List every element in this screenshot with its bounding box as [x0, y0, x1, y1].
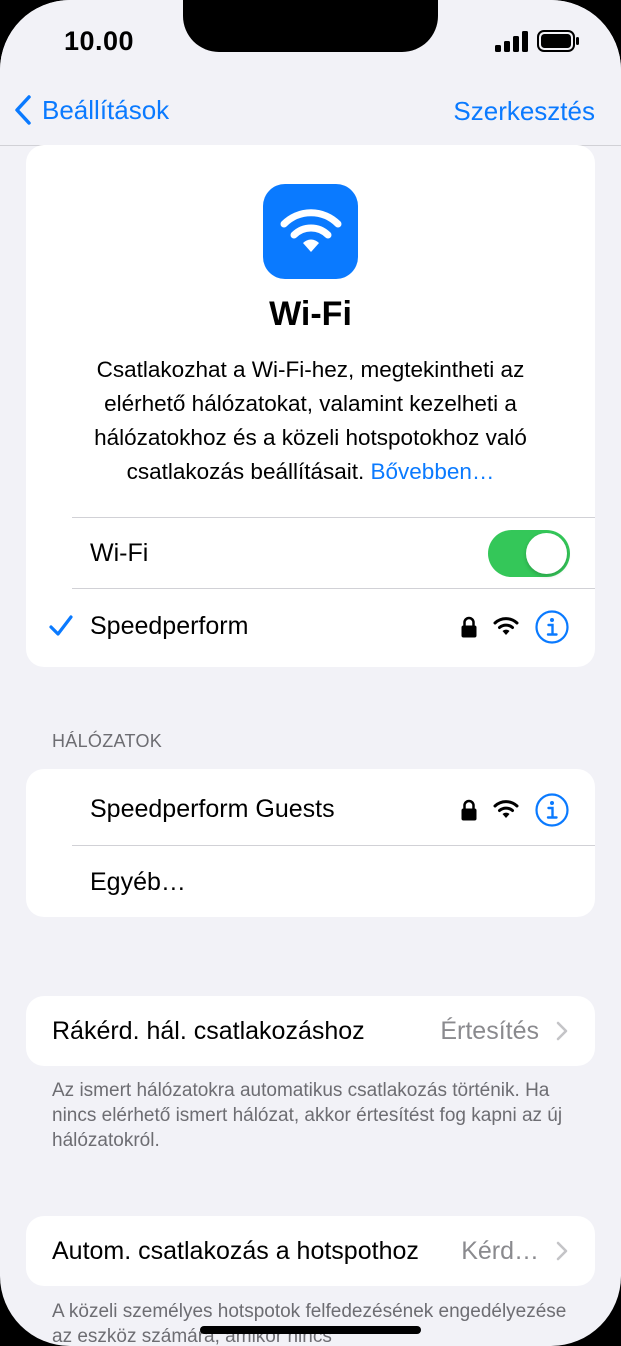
- lock-icon: [461, 799, 477, 821]
- other-network-label: Egyéb…: [90, 867, 186, 896]
- connected-network-row[interactable]: Speedperform: [26, 590, 595, 662]
- home-indicator[interactable]: [200, 1326, 421, 1334]
- ask-to-join-row[interactable]: Rákérd. hál. csatlakozáshoz Értesítés: [26, 996, 595, 1066]
- auto-join-hotspot-footnote: A közeli személyes hotspotok felfedezésé…: [52, 1301, 567, 1346]
- connected-network-name: Speedperform: [90, 611, 249, 640]
- other-network-row[interactable]: Egyéb…: [26, 846, 595, 918]
- wifi-signal-icon: [493, 617, 519, 635]
- lock-icon: [461, 616, 477, 638]
- wifi-toggle[interactable]: [488, 530, 570, 577]
- network-name: Speedperform Guests: [90, 794, 335, 823]
- chevron-right-icon: [556, 1021, 568, 1041]
- back-label: Beállítások: [42, 94, 170, 125]
- chevron-right-icon: [556, 1241, 568, 1261]
- ask-to-join-value: Értesítés: [440, 1017, 539, 1045]
- wifi-toggle-row: Wi-Fi: [26, 517, 595, 589]
- back-button[interactable]: Beállítások: [12, 94, 169, 126]
- wifi-signal-icon: [493, 800, 519, 818]
- networks-card: Speedperform Guests Egyéb…: [26, 769, 595, 917]
- notch: [183, 0, 438, 52]
- chevron-left-icon: [15, 95, 31, 125]
- ask-to-join-label: Rákérd. hál. csatlakozáshoz: [52, 1017, 365, 1045]
- network-row[interactable]: Speedperform Guests: [26, 773, 595, 845]
- edit-button[interactable]: Szerkesztés: [453, 96, 595, 127]
- status-bar: 10.00: [0, 0, 621, 78]
- networks-section-header: HÁLÓZATOK: [52, 731, 163, 751]
- wifi-toggle-label: Wi-Fi: [90, 538, 149, 567]
- battery-icon: [537, 30, 579, 52]
- auto-join-hotspot-label: Autom. csatlakozás a hotspothoz: [52, 1237, 419, 1265]
- learn-more-link[interactable]: Bővebben…: [371, 459, 495, 484]
- status-time: 10.00: [64, 26, 135, 56]
- wifi-app-icon: [263, 184, 358, 279]
- screen: 10.00 Beállítások Szerkesztés Wi-Fi Csat…: [0, 0, 621, 1346]
- page-title: Wi-Fi: [269, 295, 352, 333]
- ask-to-join-footnote: Az ismert hálózatokra automatikus csatla…: [52, 1080, 563, 1151]
- content: Wi-Fi Csatlakozhat a Wi-Fi-hez, megtekin…: [0, 145, 621, 1346]
- wifi-header-card: Wi-Fi Csatlakozhat a Wi-Fi-hez, megtekin…: [26, 145, 595, 667]
- info-icon[interactable]: [535, 793, 569, 827]
- wifi-icon: [280, 208, 341, 252]
- info-icon[interactable]: [535, 610, 569, 644]
- navigation-bar: Beállítások Szerkesztés: [0, 78, 621, 146]
- signal-icon: [495, 31, 528, 52]
- checkmark-icon: [49, 615, 73, 636]
- auto-join-hotspot-value: Kérd…: [461, 1237, 539, 1265]
- divider: [72, 588, 595, 589]
- toggle-knob: [526, 533, 567, 574]
- auto-join-hotspot-row[interactable]: Autom. csatlakozás a hotspothoz Kérd…: [26, 1216, 595, 1286]
- wifi-description: Csatlakozhat a Wi-Fi-hez, megtekintheti …: [62, 353, 559, 489]
